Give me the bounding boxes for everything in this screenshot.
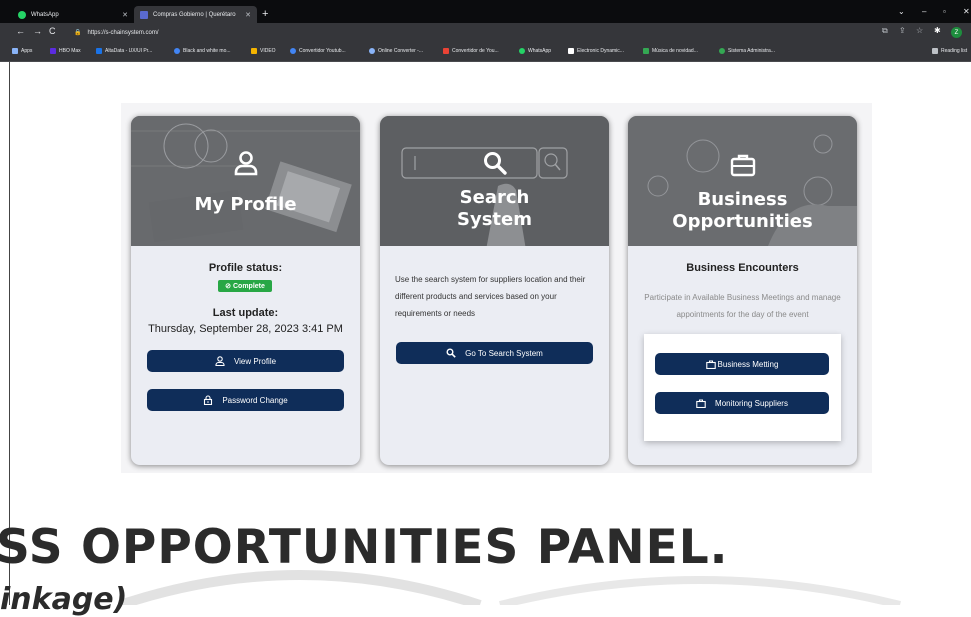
bookmark-star-icon[interactable]: ☆ xyxy=(916,26,923,35)
folder-icon xyxy=(251,48,257,54)
user-icon xyxy=(131,150,360,176)
bookmark-convertidor-you[interactable]: Convertidor de You... xyxy=(443,48,499,54)
url-text: https://s-chainsystem.com/ xyxy=(87,29,159,36)
tab-label: WhatsApp xyxy=(31,11,59,18)
search-icon xyxy=(380,150,609,176)
password-change-button[interactable]: Password Change xyxy=(147,389,344,411)
lock-icon: 🔒 xyxy=(74,30,82,36)
briefcase-icon xyxy=(705,360,716,369)
bookmark-whatsapp[interactable]: WhatsApp xyxy=(519,48,551,54)
last-update-value: Thursday, September 28, 2023 3:41 PM xyxy=(148,323,343,335)
bookmark-video[interactable]: VIDEO xyxy=(251,48,276,54)
profile-status-label: Profile status: xyxy=(208,262,283,274)
bookmark-convertidor-youtube[interactable]: Convertidor Youtub... xyxy=(290,48,346,54)
business-hero-image: Business Opportunities xyxy=(628,116,857,246)
business-description: Participate in Available Business Meetin… xyxy=(644,293,841,319)
bookmark-apps[interactable]: Apps xyxy=(12,48,32,54)
globe-icon xyxy=(174,48,180,54)
slide-heading: SS OPPORTUNITIES PANEL. xyxy=(0,520,729,575)
bookmark-hbo[interactable]: HBO Max xyxy=(50,48,81,54)
profile-card-title: My Profile xyxy=(194,194,297,215)
soundcloud-icon xyxy=(568,48,574,54)
briefcase-icon xyxy=(696,399,706,408)
tab-compras[interactable]: Compras Gobierno | Querétaro ✕ xyxy=(134,6,257,23)
translate-icon[interactable]: ⧉ xyxy=(882,26,888,36)
bookmark-musica[interactable]: Música de novidad... xyxy=(643,48,698,54)
business-card-title-line2: Opportunities xyxy=(672,211,813,232)
search-card-title-line2: System xyxy=(457,209,532,230)
browser-chrome: WhatsApp ✕ Compras Gobierno | Querétaro … xyxy=(0,0,971,62)
youtube-icon xyxy=(443,48,449,54)
tab-search-icon[interactable]: ⌄ xyxy=(898,7,905,16)
user-icon xyxy=(215,356,225,366)
share-icon[interactable]: ⇪ xyxy=(899,26,906,35)
profile-avatar[interactable]: Z xyxy=(951,27,962,38)
laptop-background-image xyxy=(131,116,360,246)
tab-strip: WhatsApp ✕ Compras Gobierno | Querétaro … xyxy=(0,0,971,23)
search-system-card: Search System Use the search system for … xyxy=(380,116,609,465)
bookmark-electronic-dynamic[interactable]: Electronic Dynamic... xyxy=(568,48,624,54)
converter-icon xyxy=(290,48,296,54)
close-icon[interactable]: ✕ xyxy=(122,11,128,19)
search-icon xyxy=(446,348,456,358)
forward-icon[interactable]: → xyxy=(33,26,42,36)
status-badge: ⊘ Complete xyxy=(218,280,272,292)
last-update-label: Last update: xyxy=(212,307,279,319)
my-profile-card: My Profile Profile status: ⊘ Complete Las… xyxy=(131,116,360,465)
bookmark-sistema[interactable]: Sistema Administra... xyxy=(719,48,775,54)
slide-subheading: inkage) xyxy=(0,582,128,617)
bookmark-reading-list[interactable]: Reading list xyxy=(932,48,967,54)
address-bar[interactable]: 🔒 https://s-chainsystem.com/ xyxy=(74,26,864,39)
briefcase-icon xyxy=(628,153,857,177)
altadata-icon xyxy=(96,48,102,54)
bookmarks-bar: Apps HBO Max AltaData - UX/UI Pr... Blac… xyxy=(0,42,971,62)
business-encounters-heading: Business Encounters xyxy=(686,262,799,274)
bookmark-altadata[interactable]: AltaData - UX/UI Pr... xyxy=(96,48,152,54)
business-card-title-line1: Business xyxy=(697,189,788,210)
bookmark-black-white[interactable]: Black and white mo... xyxy=(174,48,231,54)
search-description: Use the search system for suppliers loca… xyxy=(395,275,586,318)
business-opportunities-card: Business Opportunities Business Encounte… xyxy=(628,116,857,465)
toolbar: ← → C 🔒 https://s-chainsystem.com/ ⧉ ⇪ ☆… xyxy=(0,23,971,42)
check-circle-icon: ⊘ xyxy=(225,283,231,290)
lock-icon xyxy=(204,395,213,405)
tab-label: Compras Gobierno | Querétaro xyxy=(153,11,236,18)
whatsapp-icon xyxy=(519,48,525,54)
back-icon[interactable]: ← xyxy=(16,26,25,36)
search-card-title-line1: Search xyxy=(459,187,530,208)
apps-icon xyxy=(12,48,18,54)
view-profile-button[interactable]: View Profile xyxy=(147,350,344,372)
go-to-search-system-button[interactable]: Go To Search System xyxy=(396,342,593,364)
extensions-icon[interactable]: ✱ xyxy=(934,26,941,35)
new-tab-button[interactable]: + xyxy=(262,8,268,20)
business-meeting-button[interactable]: Business Metting xyxy=(655,353,829,375)
window-close-icon[interactable]: ✕ xyxy=(963,7,970,16)
refresh-icon xyxy=(369,48,375,54)
site-favicon-icon xyxy=(140,10,148,19)
maximize-icon[interactable]: ▫ xyxy=(943,7,946,16)
search-hero-image: Search System xyxy=(380,116,609,246)
reload-icon[interactable]: C xyxy=(49,26,56,36)
system-icon xyxy=(719,48,725,54)
monitoring-suppliers-button[interactable]: Monitoring Suppliers xyxy=(655,392,829,414)
hbo-icon xyxy=(50,48,56,54)
music-icon xyxy=(643,48,649,54)
business-actions-box: Business Metting Monitoring Suppliers xyxy=(644,334,841,441)
close-icon[interactable]: ✕ xyxy=(245,11,251,19)
tab-whatsapp[interactable]: WhatsApp ✕ xyxy=(12,6,134,23)
whatsapp-icon xyxy=(18,10,26,19)
profile-hero-image: My Profile xyxy=(131,116,360,246)
bookmark-online-converter[interactable]: Online Converter -... xyxy=(369,48,423,54)
minimize-icon[interactable]: – xyxy=(922,7,926,16)
reading-list-icon xyxy=(932,48,938,54)
